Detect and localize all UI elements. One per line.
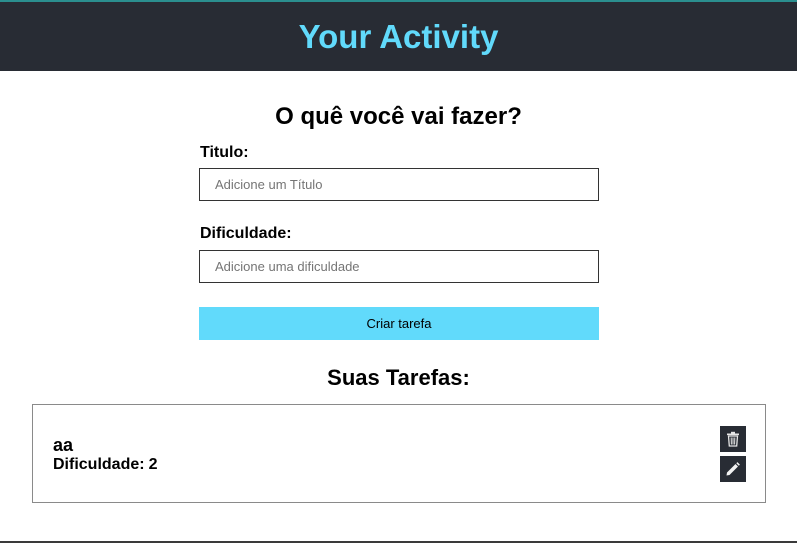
task-difficulty-label: Dificuldade: xyxy=(53,456,145,473)
task-card: aa Dificuldade: 2 xyxy=(32,404,766,503)
app-header: Your Activity xyxy=(0,0,797,71)
task-difficulty: Dificuldade: 2 xyxy=(53,456,157,474)
title-input[interactable] xyxy=(199,168,599,201)
trash-icon xyxy=(726,431,740,447)
edit-task-button[interactable] xyxy=(720,456,746,482)
form-title: O quê você vai fazer? xyxy=(275,103,522,130)
difficulty-field-label: Dificuldade: xyxy=(200,225,292,242)
pencil-icon xyxy=(725,461,741,477)
task-name: aa xyxy=(53,435,74,455)
task-difficulty-value: 2 xyxy=(148,456,158,473)
create-task-button[interactable]: Criar tarefa xyxy=(199,307,599,340)
tasks-title: Suas Tarefas: xyxy=(327,365,470,390)
title-field-label: Titulo: xyxy=(200,144,249,161)
app-title: Your Activity xyxy=(298,18,499,55)
delete-task-button[interactable] xyxy=(720,426,746,452)
difficulty-input[interactable] xyxy=(199,250,599,283)
